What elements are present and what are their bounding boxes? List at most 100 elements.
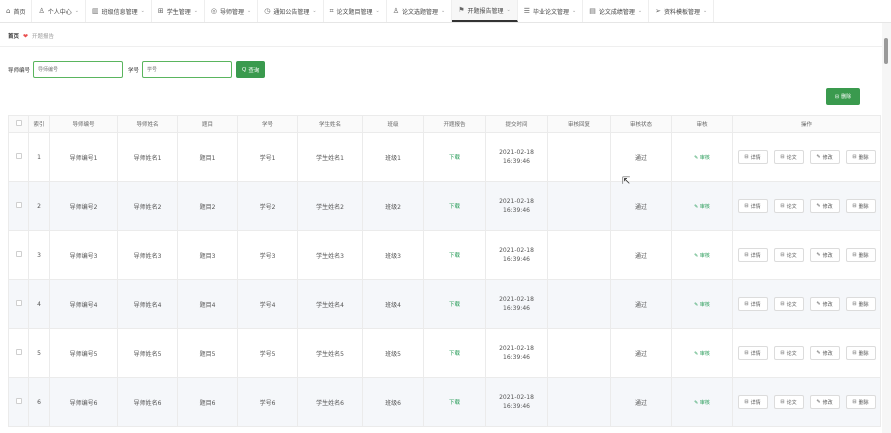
row-checkbox[interactable] <box>15 202 22 208</box>
scrollbar-track[interactable] <box>882 23 891 433</box>
edit-button-label: 修改 <box>822 301 833 308</box>
edit-icon: ✎ <box>694 252 699 259</box>
download-link[interactable]: 下载 <box>449 155 460 161</box>
row-checkbox[interactable] <box>15 398 22 404</box>
tutor-number-input[interactable] <box>33 61 124 78</box>
nav-item-11[interactable]: ➢ 资料模板管理 ⌄ <box>649 0 715 22</box>
edit-button[interactable]: ✎ 修改 <box>809 248 840 262</box>
edit-button[interactable]: ✎ 修改 <box>809 346 840 360</box>
column-header[interactable] <box>8 115 29 133</box>
row-checkbox[interactable] <box>15 153 22 159</box>
cell-reply <box>547 230 611 280</box>
cell-title: 题目2 <box>177 181 238 231</box>
cell-class: 班级2 <box>362 181 424 231</box>
nav-item-8[interactable]: ⚑ 开题报告管理 ⌄ <box>452 0 518 22</box>
nav-item-4[interactable]: ◎ 导师管理 ⌄ <box>205 0 259 22</box>
delete-button[interactable]: ⊟ 删除 <box>845 297 876 311</box>
paper-button[interactable]: ⊟ 论文 <box>773 346 804 360</box>
select-all-checkbox[interactable] <box>15 120 22 126</box>
paper-button[interactable]: ⊟ 论文 <box>773 297 804 311</box>
delete-button[interactable]: ⊟ 删除 <box>845 248 876 262</box>
nav-item-6[interactable]: ⌗ 论文题目管理 ⌄ <box>324 0 387 22</box>
paper-button[interactable]: ⊟ 论文 <box>773 248 804 262</box>
batch-delete-button[interactable]: ⊟ 删除 <box>826 88 860 105</box>
delete-button[interactable]: ⊟ 删除 <box>845 395 876 409</box>
detail-button[interactable]: ⊟ 详情 <box>737 297 768 311</box>
download-link[interactable]: 下载 <box>449 253 460 259</box>
audit-link[interactable]: ✎ 审核 <box>694 204 710 210</box>
download-link[interactable]: 下载 <box>449 400 460 406</box>
clock-icon: ◷ <box>264 7 271 15</box>
cell-class: 班级5 <box>362 328 424 378</box>
column-header: 审核回复 <box>547 115 611 133</box>
delete-button-label: 删除 <box>858 203 869 210</box>
cell-student_name: 学生姓名3 <box>297 230 363 280</box>
nav-item-10[interactable]: ▤ 论文成绩管理 ⌄ <box>583 0 650 22</box>
delete-button[interactable]: ⊟ 删除 <box>845 150 876 164</box>
nav-item-label: 论文题目管理 <box>336 8 373 16</box>
edit-button[interactable]: ✎ 修改 <box>809 150 840 164</box>
cell-tutor_no: 导师编号4 <box>49 279 118 329</box>
student-number-input[interactable] <box>142 61 233 78</box>
detail-button[interactable]: ⊟ 详情 <box>737 248 768 262</box>
row-checkbox[interactable] <box>15 251 22 257</box>
chart-icon: ▥ <box>91 7 99 15</box>
cell-student_name: 学生姓名6 <box>297 377 363 427</box>
detail-button[interactable]: ⊟ 详情 <box>737 346 768 360</box>
audit-link[interactable]: ✎ 审核 <box>694 400 710 406</box>
nav-item-9[interactable]: ☰ 毕业论文管理 ⌄ <box>518 0 584 22</box>
search-icon: Q <box>242 66 247 73</box>
chevron-down-icon: ⌄ <box>702 8 708 14</box>
cell-status: 通过 <box>610 328 672 378</box>
operation-buttons: ⊟ 详情 ⊟ 论文 ✎ 修改 ⊟ 删除 <box>733 346 880 360</box>
edit-button[interactable]: ✎ 修改 <box>809 297 840 311</box>
nav-item-5[interactable]: ◷ 通知公告管理 ⌄ <box>258 0 324 22</box>
nav-item-1[interactable]: ♙ 个人中心 ⌄ <box>32 0 86 22</box>
nav-item-label: 论文选题管理 <box>402 8 439 16</box>
delete-button[interactable]: ⊟ 删除 <box>845 199 876 213</box>
paper-button[interactable]: ⊟ 论文 <box>773 199 804 213</box>
edit-button-label: 修改 <box>822 350 833 357</box>
audit-link[interactable]: ✎ 审核 <box>694 351 710 357</box>
nav-item-3[interactable]: ⊞ 学生管理 ⌄ <box>152 0 205 22</box>
download-link[interactable]: 下载 <box>449 204 460 210</box>
divider <box>0 46 891 47</box>
chevron-down-icon: ⌄ <box>506 7 511 13</box>
delete-button-label: 删除 <box>858 399 869 406</box>
chevron-down-icon: ⌄ <box>74 8 79 14</box>
column-header: 操作 <box>732 115 881 133</box>
pencil-icon: ✎ <box>816 399 821 405</box>
row-checkbox[interactable] <box>15 349 22 355</box>
delete-button[interactable]: ⊟ 删除 <box>845 346 876 360</box>
breadcrumb-home[interactable]: 首页 <box>8 32 19 40</box>
scrollbar-thumb[interactable] <box>884 38 888 64</box>
audit-link[interactable]: ✎ 审核 <box>694 253 710 259</box>
detail-button[interactable]: ⊟ 详情 <box>737 199 768 213</box>
column-header: 题目 <box>177 115 238 133</box>
download-link[interactable]: 下载 <box>449 351 460 357</box>
paper-button[interactable]: ⊟ 论文 <box>773 395 804 409</box>
nav-item-7[interactable]: ♙ 论文选题管理 ⌄ <box>387 0 453 22</box>
nav-item-2[interactable]: ▥ 班级信息管理 ⌄ <box>86 0 152 22</box>
detail-button[interactable]: ⊟ 详情 <box>737 395 768 409</box>
cell-tutor_name: 导师姓名2 <box>117 181 178 231</box>
cell-operations: ⊟ 详情 ⊟ 论文 ✎ 修改 ⊟ 删除 <box>732 377 881 427</box>
row-checkbox[interactable] <box>15 300 22 306</box>
cell-tutor_name: 导师姓名1 <box>117 132 178 182</box>
edit-button[interactable]: ✎ 修改 <box>809 199 840 213</box>
student-number-label: 学号 <box>128 67 140 74</box>
cell-tutor_no: 导师编号5 <box>49 328 118 378</box>
cell-audit: ✎ 审核 <box>671 230 733 280</box>
cell-class: 班级3 <box>362 230 424 280</box>
audit-link[interactable]: ✎ 审核 <box>694 302 710 308</box>
audit-link[interactable]: ✎ 审核 <box>694 155 710 161</box>
operation-buttons: ⊟ 详情 ⊟ 论文 ✎ 修改 ⊟ 删除 <box>733 297 880 311</box>
paper-button[interactable]: ⊟ 论文 <box>773 150 804 164</box>
cell-class: 班级6 <box>362 377 424 427</box>
detail-button[interactable]: ⊟ 详情 <box>737 150 768 164</box>
nav-item-0[interactable]: ⌂ 首页 <box>0 0 33 22</box>
cell-operations: ⊟ 详情 ⊟ 论文 ✎ 修改 ⊟ 删除 <box>732 328 881 378</box>
query-button[interactable]: Q 查询 <box>236 61 266 78</box>
download-link[interactable]: 下载 <box>449 302 460 308</box>
edit-button[interactable]: ✎ 修改 <box>809 395 840 409</box>
